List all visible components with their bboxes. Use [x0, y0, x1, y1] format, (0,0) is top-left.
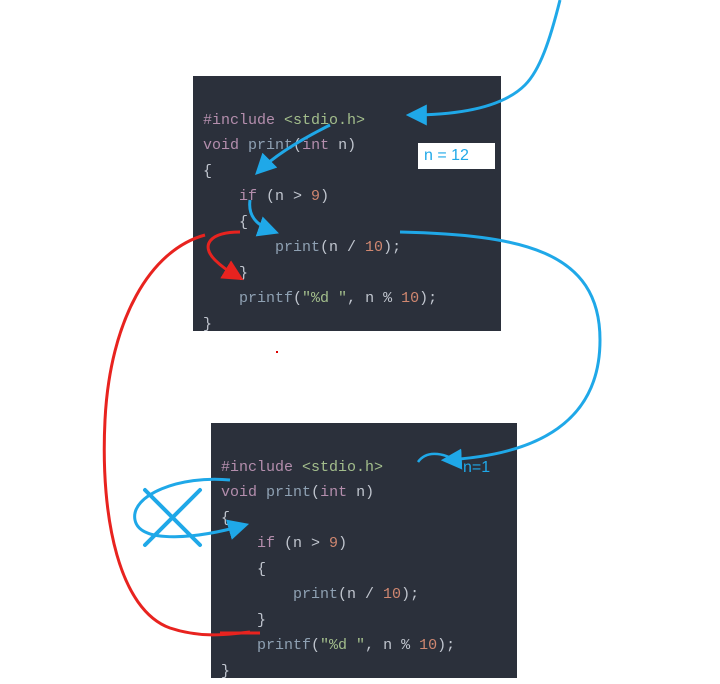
preproc-directive: #include	[203, 112, 275, 129]
keyword-if: if	[257, 535, 275, 552]
number-ten: 10	[419, 637, 437, 654]
type-int: int	[302, 137, 329, 154]
param-n: n	[329, 137, 347, 154]
indent	[203, 188, 239, 205]
rparen: )	[320, 188, 329, 205]
semicolon: );	[419, 290, 437, 307]
header-name: <stdio.h>	[302, 459, 383, 476]
indent	[203, 214, 239, 231]
number-nine: 9	[311, 188, 320, 205]
lparen: (	[311, 484, 320, 501]
keyword-void: void	[221, 484, 257, 501]
semicolon: );	[401, 586, 419, 603]
call-printf: printf	[239, 290, 293, 307]
indent	[221, 612, 257, 629]
lparen: (	[293, 137, 302, 154]
number-ten: 10	[383, 586, 401, 603]
indent	[203, 239, 275, 256]
keyword-void: void	[203, 137, 239, 154]
type-int: int	[320, 484, 347, 501]
lparen: (	[311, 637, 320, 654]
call-print: print	[293, 586, 338, 603]
semicolon: );	[383, 239, 401, 256]
rparen: )	[365, 484, 374, 501]
annotation-n12: n = 12	[418, 143, 495, 169]
indent	[221, 586, 293, 603]
header-name: <stdio.h>	[284, 112, 365, 129]
comma-arg: , n %	[347, 290, 401, 307]
format-string: "%d "	[320, 637, 365, 654]
comma-arg: , n %	[365, 637, 419, 654]
if-cond: (n >	[257, 188, 311, 205]
lparen: (	[293, 290, 302, 307]
indent	[221, 637, 257, 654]
call-print: print	[275, 239, 320, 256]
brace-open: {	[257, 561, 266, 578]
number-ten: 10	[365, 239, 383, 256]
if-cond: (n >	[275, 535, 329, 552]
format-string: "%d "	[302, 290, 347, 307]
brace-open: {	[203, 163, 212, 180]
indent	[221, 561, 257, 578]
func-name: print	[248, 137, 293, 154]
call-printf: printf	[257, 637, 311, 654]
rparen: )	[347, 137, 356, 154]
rparen: )	[338, 535, 347, 552]
code-block-1: #include <stdio.h> void print(int n) { i…	[193, 76, 501, 331]
number-nine: 9	[329, 535, 338, 552]
indent	[203, 265, 239, 282]
keyword-if: if	[239, 188, 257, 205]
brace-close: }	[257, 612, 266, 629]
cross-mark	[145, 490, 200, 545]
arg: (n /	[320, 239, 365, 256]
brace-close: }	[203, 316, 212, 333]
brace-open: {	[239, 214, 248, 231]
marker-dot	[276, 351, 278, 353]
func-name: print	[266, 484, 311, 501]
annotation-n1: n=1	[463, 459, 490, 477]
param-n: n	[347, 484, 365, 501]
number-ten: 10	[401, 290, 419, 307]
arg: (n /	[338, 586, 383, 603]
preproc-directive: #include	[221, 459, 293, 476]
indent	[221, 535, 257, 552]
brace-close: }	[239, 265, 248, 282]
indent	[203, 290, 239, 307]
brace-open: {	[221, 510, 230, 527]
semicolon: );	[437, 637, 455, 654]
